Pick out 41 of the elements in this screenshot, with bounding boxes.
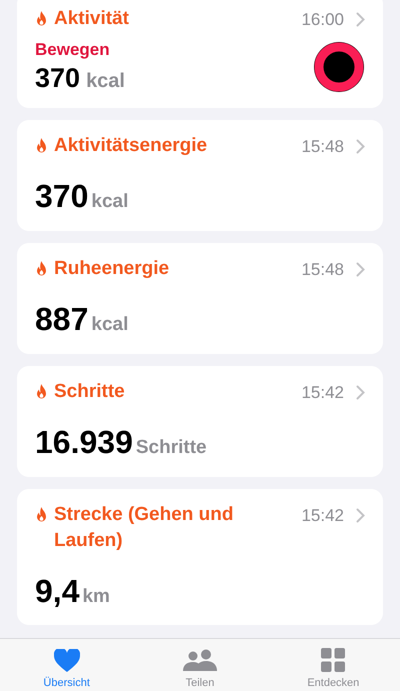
card-title: Aktivität (54, 7, 129, 31)
card-time: 15:42 (301, 382, 344, 404)
metric-unit: kcal (91, 190, 128, 214)
card-time: 15:42 (301, 504, 344, 526)
metric-card[interactable]: Schritte 15:42 16.939 Schritte (17, 366, 383, 476)
metric-card[interactable]: Strecke (Gehen und Laufen) 15:42 9,4 km (17, 488, 383, 625)
flame-icon (35, 506, 48, 522)
activity-ring-icon (313, 41, 365, 93)
metric-card[interactable]: Ruheenergie 15:48 887 kcal (17, 242, 383, 354)
metric-unit: kcal (91, 313, 128, 337)
flame-icon (35, 138, 48, 154)
chevron-icon (356, 12, 365, 28)
metric-value: 9,4 (35, 572, 80, 610)
metric-unit: Schritte (136, 436, 207, 460)
metric-unit: km (82, 584, 110, 608)
card-title: Ruheenergie (54, 256, 170, 280)
flame-icon (35, 384, 48, 400)
people-icon (182, 648, 217, 672)
card-title: Schritte (54, 380, 125, 404)
metric-unit: kcal (86, 68, 125, 94)
grid-icon (321, 648, 346, 672)
metric-value: 370 (35, 177, 88, 215)
card-time: 15:48 (301, 136, 344, 158)
card-title: Aktivitätsenergie (54, 134, 208, 158)
card-time: 16:00 (301, 9, 344, 31)
flame-icon (35, 11, 48, 27)
chevron-icon (356, 384, 365, 400)
chevron-icon (356, 262, 365, 277)
metric-value: 16.939 (35, 423, 133, 461)
metric-card[interactable]: Aktivitätsenergie 15:48 370 kcal (17, 120, 383, 230)
metric-value: 887 (35, 300, 88, 338)
move-label: Bewegen (35, 38, 111, 60)
chevron-icon (356, 138, 365, 154)
flame-icon (35, 260, 48, 276)
metric-value: 370 (35, 62, 80, 94)
card-time: 15:48 (301, 258, 344, 280)
card-title: Strecke (Gehen und Laufen) (54, 502, 234, 552)
heart-icon (54, 648, 80, 672)
tab-item[interactable]: Übersicht (22, 648, 112, 691)
chevron-icon (356, 508, 365, 523)
activity-card[interactable]: Aktivität 16:00 Bewegen 370 kcal (17, 0, 383, 108)
